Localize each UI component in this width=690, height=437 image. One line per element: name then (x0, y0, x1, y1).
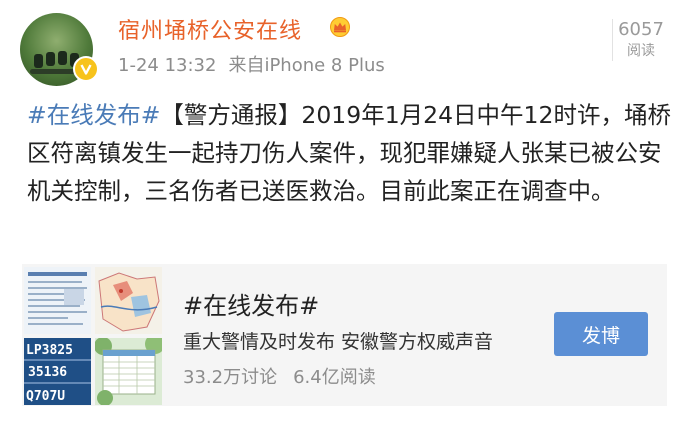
topic-description: 重大警情及时发布 安徽警方权威声音 (183, 331, 494, 353)
avatar-rider (34, 54, 43, 68)
read-label: 阅读 (627, 43, 655, 59)
topic-title[interactable]: #在线发布# (183, 286, 319, 321)
topic-thumb-map (95, 267, 162, 334)
user-name[interactable]: 宿州埇桥公安在线 (118, 13, 302, 45)
avatar-rider (46, 52, 55, 66)
svg-text:Q707U: Q707U (26, 389, 65, 404)
topic-read-count: 6.4亿阅读 (293, 367, 376, 388)
member-crown-icon[interactable] (329, 17, 351, 37)
topic-stats: 33.2万讨论 6.4亿阅读 (183, 363, 376, 389)
topic-discussion-count: 33.2万讨论 (183, 367, 278, 388)
post-time: 1-24 13:32 (118, 55, 217, 76)
avatar-rider (58, 51, 67, 65)
topic-thumb-notice (24, 267, 91, 334)
topic-thumb-license-plates: LP3825 35136 Q707U (24, 338, 91, 405)
post-content: #在线发布#【警方通报】2019年1月24日中午12时许，埇桥区符离镇发生一起持… (27, 96, 672, 210)
read-count-box: 6057 阅读 (612, 19, 669, 61)
topic-thumbnails: LP3825 35136 Q707U (24, 267, 162, 405)
svg-text:35136: 35136 (28, 365, 67, 380)
post-to-topic-button[interactable]: 发博 (554, 312, 648, 356)
svg-text:LP3825: LP3825 (26, 343, 73, 358)
post-hashtag-link[interactable]: #在线发布# (27, 101, 160, 129)
verified-v-badge-icon (73, 56, 99, 82)
post-source[interactable]: 来自iPhone 8 Plus (228, 55, 384, 76)
read-count: 6057 (618, 19, 664, 40)
topic-thumb-table (95, 338, 162, 405)
topic-card[interactable]: LP3825 35136 Q707U #在线发布# 重大警情及时发布 安徽警方权… (22, 264, 667, 406)
post-meta: 1-24 13:32 来自iPhone 8 Plus (118, 51, 385, 77)
